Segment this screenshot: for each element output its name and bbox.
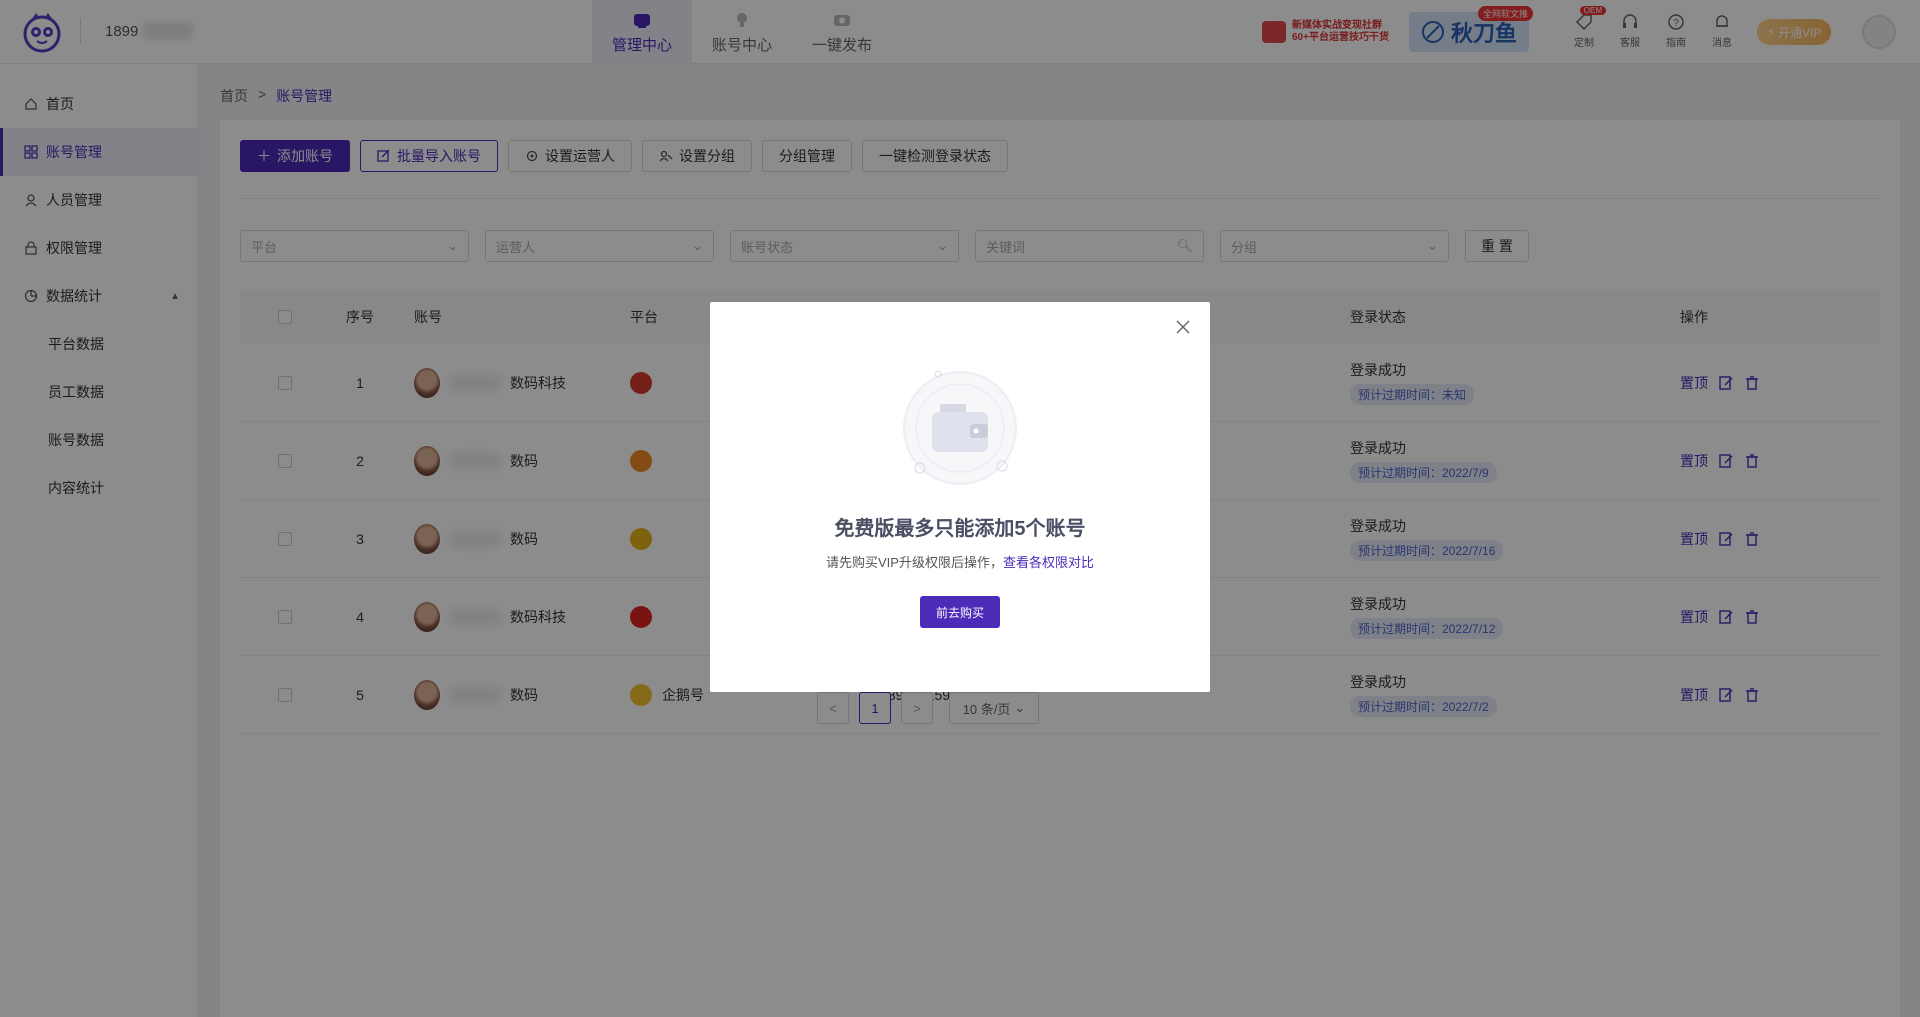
modal-title: 免费版最多只能添加5个账号	[834, 518, 1086, 540]
wallet-illustration-icon	[903, 370, 1017, 485]
modal-desc-text: 请先购买VIP升级权限后操作，	[826, 555, 1003, 570]
upgrade-modal: 免费版最多只能添加5个账号 请先购买VIP升级权限后操作，查看各权限对比 前去购…	[710, 302, 1210, 692]
compare-permissions-link[interactable]: 查看各权限对比	[1003, 555, 1094, 570]
modal-description: 请先购买VIP升级权限后操作，查看各权限对比	[710, 552, 1210, 571]
go-buy-button[interactable]: 前去购买	[920, 596, 1000, 628]
close-icon[interactable]	[1174, 318, 1192, 336]
